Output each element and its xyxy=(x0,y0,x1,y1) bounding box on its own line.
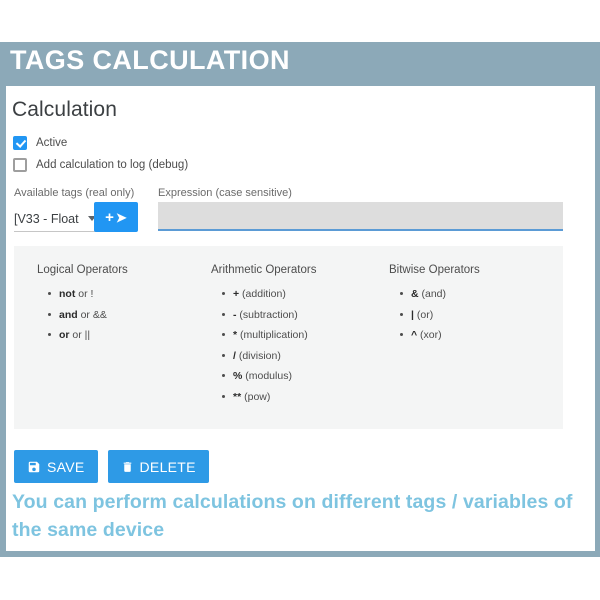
operator-description: or && xyxy=(77,308,107,321)
operators-heading: Arithmetic Operators xyxy=(211,264,317,276)
operators-list: not or ! and or && or or || xyxy=(37,288,128,341)
list-item: * (multiplication) xyxy=(221,329,316,341)
save-icon xyxy=(27,460,41,474)
arrow-right-icon: ➤ xyxy=(115,209,127,225)
list-item: not or ! xyxy=(48,288,128,300)
trash-icon xyxy=(121,460,134,474)
operators-heading: Logical Operators xyxy=(37,264,128,276)
checkbox-row-active[interactable]: Active xyxy=(13,136,67,150)
list-item: + (addition) xyxy=(221,288,316,300)
active-checkbox[interactable] xyxy=(13,136,27,150)
list-item: and or && xyxy=(48,308,128,321)
operators-help-panel: Logical Operators not or ! and or && or … xyxy=(14,246,563,429)
operators-heading: Bitwise Operators xyxy=(389,264,480,276)
list-item: / (division) xyxy=(221,349,316,362)
figure-caption: You can perform calculations on differen… xyxy=(12,491,573,541)
operator-symbol: & xyxy=(411,288,419,300)
operators-list: & (and) | (or) ^ (xor) xyxy=(389,288,480,341)
available-tags-label: Available tags (real only) xyxy=(14,187,135,199)
active-checkbox-label: Active xyxy=(36,137,68,149)
debug-log-checkbox[interactable] xyxy=(13,158,27,172)
operator-description: (and) xyxy=(418,288,447,300)
operator-description: (subtraction) xyxy=(236,308,298,321)
operator-description: or || xyxy=(69,329,91,341)
save-button[interactable]: SAVE xyxy=(14,450,98,483)
calculation-card: Calculation Active Add calculation to lo… xyxy=(6,86,595,442)
operators-column-arithmetic: Arithmetic Operators + (addition) - (sub… xyxy=(211,264,316,411)
save-button-label: SAVE xyxy=(47,458,85,475)
action-button-bar: SAVE DELETE xyxy=(14,450,209,483)
list-item: - (subtraction) xyxy=(221,308,316,321)
expression-label: Expression (case sensitive) xyxy=(158,187,292,199)
operator-symbol: or xyxy=(59,329,70,341)
operator-description: (addition) xyxy=(239,288,286,300)
checkbox-row-debug-log[interactable]: Add calculation to log (debug) xyxy=(13,158,188,172)
operator-description: (multiplication) xyxy=(237,329,308,341)
list-item: ** (pow) xyxy=(221,390,316,403)
card-title: Calculation xyxy=(12,98,117,121)
operator-symbol: ** xyxy=(233,390,242,403)
operator-description: or ! xyxy=(75,288,94,300)
list-item: & (and) xyxy=(400,288,480,300)
operator-description: (division) xyxy=(235,349,281,362)
list-item: % (modulus) xyxy=(221,370,316,382)
page-header: TAGS CALCULATION xyxy=(0,42,600,86)
frame-rail-bottom xyxy=(0,551,600,557)
available-tags-select[interactable]: [V33 - Float xyxy=(14,206,96,232)
available-tags-selected-value: [V33 - Float xyxy=(14,211,79,226)
add-tag-to-expression-button[interactable]: + ➤ xyxy=(94,202,138,232)
debug-log-checkbox-label: Add calculation to log (debug) xyxy=(36,159,189,171)
page-title: TAGS CALCULATION xyxy=(10,45,290,75)
operators-column-logical: Logical Operators not or ! and or && or … xyxy=(37,264,128,350)
list-item: | (or) xyxy=(400,308,480,321)
operators-column-bitwise: Bitwise Operators & (and) | (or) ^ (xor) xyxy=(389,264,480,350)
expression-input[interactable] xyxy=(158,202,563,231)
plus-icon: + xyxy=(105,208,114,226)
operator-description: (xor) xyxy=(417,329,442,341)
list-item: ^ (xor) xyxy=(400,329,480,341)
operators-list: + (addition) - (subtraction) * (multipli… xyxy=(211,288,316,403)
operator-description: (pow) xyxy=(241,390,271,403)
operator-description: (or) xyxy=(413,308,434,321)
operator-description: (modulus) xyxy=(242,370,292,382)
operator-symbol: % xyxy=(233,370,243,382)
list-item: or or || xyxy=(48,329,128,341)
page-root: TAGS CALCULATION Calculation Active Add … xyxy=(0,0,600,600)
operator-symbol: not xyxy=(59,288,76,300)
frame-rail-right xyxy=(595,42,600,557)
operator-symbol: and xyxy=(59,308,78,321)
delete-button-label: DELETE xyxy=(139,458,196,475)
delete-button[interactable]: DELETE xyxy=(107,450,209,483)
